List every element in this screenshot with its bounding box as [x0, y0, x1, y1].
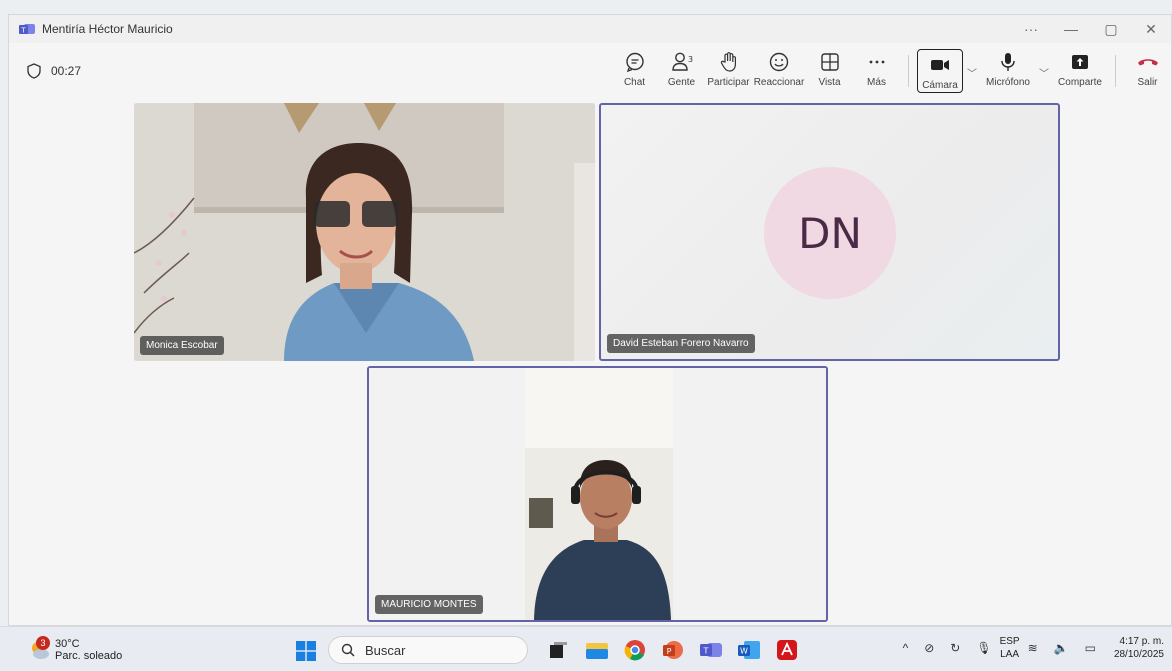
toolbar-divider-2 — [1115, 55, 1116, 87]
participant-tile-mauricio[interactable]: MAURICIO MONTES — [367, 366, 828, 622]
camera-label: Cámara — [922, 80, 958, 91]
svg-text:T: T — [20, 27, 26, 35]
onedrive-offline-icon[interactable]: ⊘ — [924, 641, 934, 655]
word-icon[interactable]: W — [730, 635, 768, 665]
taskbar-search[interactable]: Buscar — [328, 636, 528, 664]
chrome-icon[interactable] — [616, 635, 654, 665]
more-options-icon[interactable]: ··· — [1011, 15, 1051, 43]
file-explorer-icon[interactable] — [578, 635, 616, 665]
grid-view-icon — [820, 53, 839, 71]
shield-icon — [27, 63, 41, 79]
leave-label: Salir — [1137, 77, 1158, 88]
system-tray: ^ ⊘ ↻ 🎙 ESP LAA ≋ 🔈 ▭ 4:17 p. m. 28/10/2… — [895, 635, 1164, 661]
input-language[interactable]: ESP LAA — [1000, 635, 1020, 661]
minimize-button[interactable]: — — [1051, 15, 1091, 43]
battery-icon[interactable]: ▭ — [1085, 641, 1096, 655]
leave-button[interactable]: Salir — [1124, 49, 1171, 88]
windows-taskbar: 3 30°C Parc. soleado Buscar P T W ^ ⊘ ↻ … — [0, 626, 1172, 671]
weather-desc: Parc. soleado — [55, 650, 123, 662]
people-label: Gente — [667, 77, 696, 88]
participant-tile-david[interactable]: DN David Esteban Forero Navarro — [599, 103, 1060, 361]
share-screen-icon — [1072, 55, 1088, 69]
svg-text:P: P — [667, 647, 672, 656]
camera-button[interactable]: Cámara — [917, 49, 963, 93]
close-button[interactable]: ✕ — [1131, 15, 1171, 43]
microphone-icon — [1001, 53, 1015, 71]
window-title: Mentiría Héctor Mauricio — [42, 22, 173, 36]
more-button[interactable]: Más — [853, 49, 900, 88]
taskbar-apps: P T W — [540, 635, 806, 665]
acrobat-icon[interactable] — [768, 635, 806, 665]
view-label: Vista — [818, 77, 841, 88]
people-count: 3 — [687, 55, 692, 64]
avatar-david: DN — [764, 167, 896, 299]
clock-date: 28/10/2025 — [1113, 649, 1164, 660]
svg-text:T: T — [703, 647, 709, 656]
react-label: Reaccionar — [753, 77, 805, 88]
teams-app-icon[interactable]: T — [692, 635, 730, 665]
teams-logo-icon: T — [19, 24, 35, 35]
chat-label: Chat — [623, 77, 646, 88]
volume-icon[interactable]: 🔈 — [1054, 641, 1069, 655]
react-button[interactable]: Reaccionar — [752, 49, 806, 88]
task-view-icon[interactable] — [540, 635, 578, 665]
microphone-button[interactable]: Micrófono — [981, 49, 1035, 88]
hang-up-icon — [1137, 59, 1158, 66]
participant-tile-monica[interactable]: Monica Escobar — [134, 103, 595, 361]
windows-start-icon[interactable] — [296, 641, 316, 661]
weather-temp: 30°C — [55, 638, 80, 650]
tray-microphone-icon[interactable]: 🎙 — [976, 641, 991, 655]
participant-video-mauricio — [369, 368, 826, 620]
microphone-label: Micrófono — [986, 77, 1030, 88]
raise-hand-label: Participar — [707, 77, 750, 88]
participant-name-mauricio: MAURICIO MONTES — [375, 595, 483, 614]
toolbar-divider — [908, 55, 909, 87]
more-icon — [869, 60, 884, 64]
chat-button[interactable]: Chat — [611, 49, 658, 88]
powerpoint-icon[interactable]: P — [654, 635, 692, 665]
clock[interactable]: 4:17 p. m. 28/10/2025 — [1114, 635, 1164, 661]
more-label: Más — [867, 77, 886, 88]
wifi-icon[interactable]: ≋ — [1028, 641, 1038, 655]
search-icon — [341, 643, 355, 657]
video-stage: Monica Escobar DN David Esteban Forero N… — [10, 103, 1172, 625]
meeting-timer: 00:27 — [27, 63, 81, 79]
camera-options-chevron-icon[interactable]: ﹀ — [963, 49, 981, 80]
camera-icon — [931, 60, 949, 70]
share-button[interactable]: Comparte — [1053, 49, 1107, 88]
title-bar: T Mentiría Héctor Mauricio ··· — ▢ ✕ — [9, 15, 1171, 43]
svg-text:W: W — [740, 647, 748, 656]
participant-name-david: David Esteban Forero Navarro — [607, 334, 755, 353]
microphone-options-chevron-icon[interactable]: ﹀ — [1035, 49, 1053, 80]
participant-name-monica: Monica Escobar — [140, 336, 224, 355]
tray-overflow-chevron-icon[interactable]: ^ — [903, 641, 909, 655]
raise-hand-button[interactable]: Participar — [705, 49, 752, 88]
hand-icon — [720, 52, 736, 72]
maximize-button[interactable]: ▢ — [1091, 15, 1131, 43]
clock-time: 4:17 p. m. — [1119, 636, 1164, 647]
meeting-toolbar: 00:27 Chat 3 Gente Participar Reaccionar… — [9, 43, 1171, 103]
share-label: Comparte — [1058, 77, 1102, 88]
chat-icon — [625, 52, 644, 73]
timer-text: 00:27 — [51, 64, 82, 78]
emoji-icon — [769, 52, 789, 72]
participant-video-monica — [134, 103, 595, 361]
view-button[interactable]: Vista — [806, 49, 853, 88]
search-placeholder: Buscar — [365, 642, 406, 658]
teams-meeting-window: T Mentiría Héctor Mauricio ··· — ▢ ✕ 00:… — [8, 14, 1172, 626]
weather-badge: 3 — [36, 636, 50, 650]
sync-icon[interactable]: ↻ — [950, 641, 960, 655]
people-button[interactable]: 3 Gente — [658, 49, 705, 88]
weather-widget[interactable]: 3 30°C Parc. soleado — [28, 636, 123, 662]
people-icon: 3 — [671, 52, 693, 71]
